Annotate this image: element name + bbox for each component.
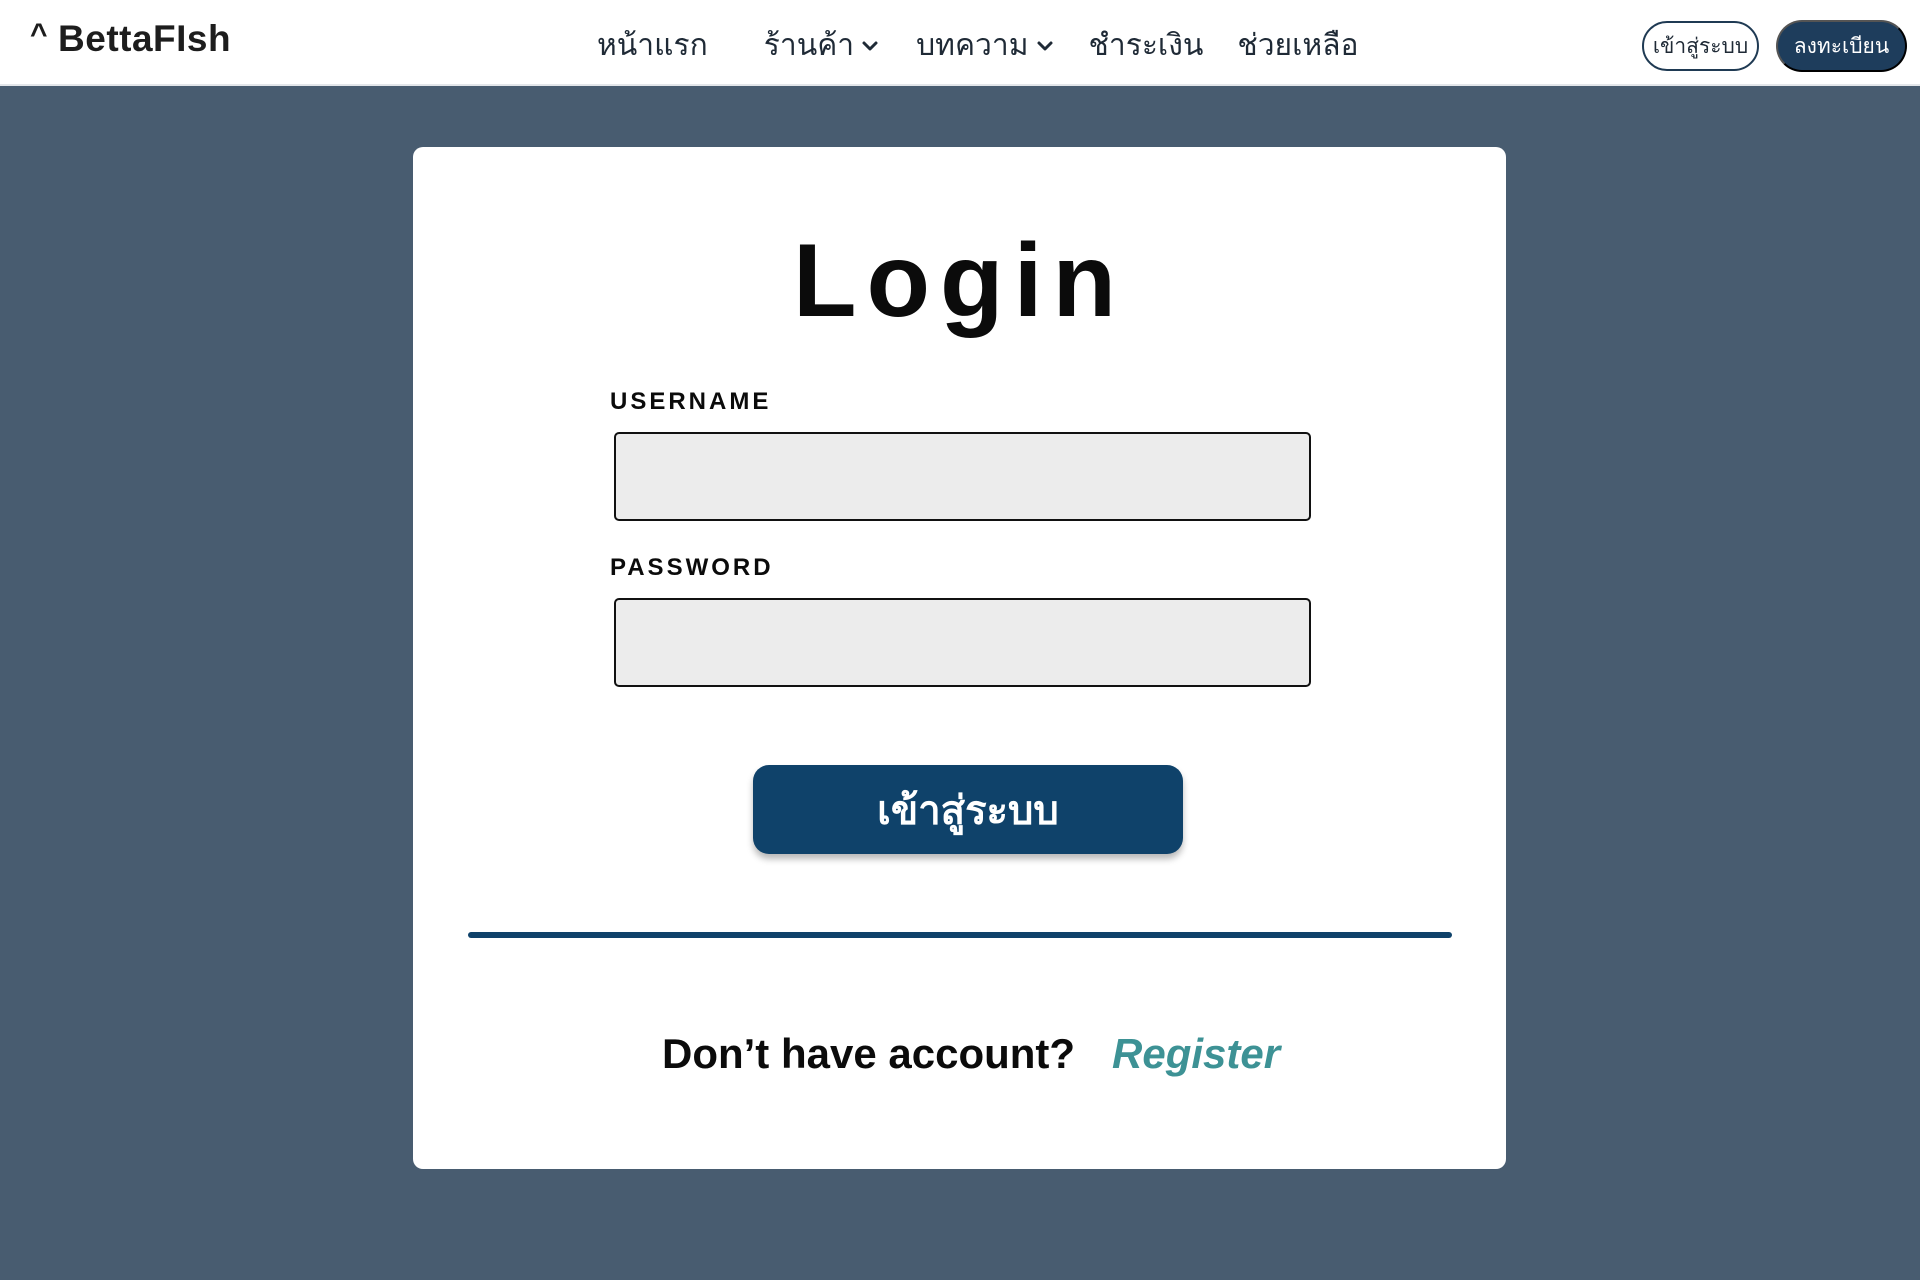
- chevron-down-icon: [862, 41, 878, 50]
- chevron-down-icon: [1037, 41, 1052, 50]
- header-login-button[interactable]: เข้าสู่ระบบ: [1642, 21, 1759, 71]
- register-link[interactable]: Register: [1112, 1030, 1280, 1078]
- nav-item-label: ชำระเงิน: [1088, 28, 1204, 63]
- username-label: USERNAME: [610, 388, 772, 415]
- no-account-text: Don’t have account?: [662, 1030, 1076, 1077]
- brand-name: BettaFIsh: [58, 18, 232, 59]
- divider: [468, 932, 1452, 938]
- password-field[interactable]: [614, 598, 1311, 687]
- nav-item-payment[interactable]: ชำระเงิน: [1089, 22, 1204, 69]
- nav-item-help[interactable]: ช่วยเหลือ: [1237, 22, 1358, 69]
- login-submit-button[interactable]: เข้าสู่ระบบ: [753, 765, 1183, 854]
- header-register-button[interactable]: ลงทะเบียน: [1776, 20, 1907, 72]
- nav-item-label: บทความ: [916, 28, 1029, 63]
- caret-icon: ^: [30, 18, 49, 51]
- brand-logo[interactable]: ^ BettaFIsh: [30, 18, 231, 60]
- top-navbar: ^ BettaFIsh หน้าแรก ร้านค้า บทความ ชำระเ…: [0, 0, 1920, 86]
- nav-item-label: ช่วยเหลือ: [1237, 28, 1359, 63]
- nav-item-articles[interactable]: บทความ: [916, 22, 1054, 69]
- nav-item-label: หน้าแรก: [597, 28, 708, 63]
- nav-item-home[interactable]: หน้าแรก: [597, 22, 708, 69]
- password-label: PASSWORD: [610, 554, 774, 581]
- main-nav: หน้าแรก ร้านค้า บทความ ชำระเงิน ช่วยเหลื…: [597, 22, 1359, 69]
- username-field[interactable]: [614, 432, 1311, 521]
- page-title: Login: [792, 223, 1126, 339]
- nav-item-label: ร้านค้า: [763, 28, 855, 63]
- nav-item-shop[interactable]: ร้านค้า: [764, 22, 880, 69]
